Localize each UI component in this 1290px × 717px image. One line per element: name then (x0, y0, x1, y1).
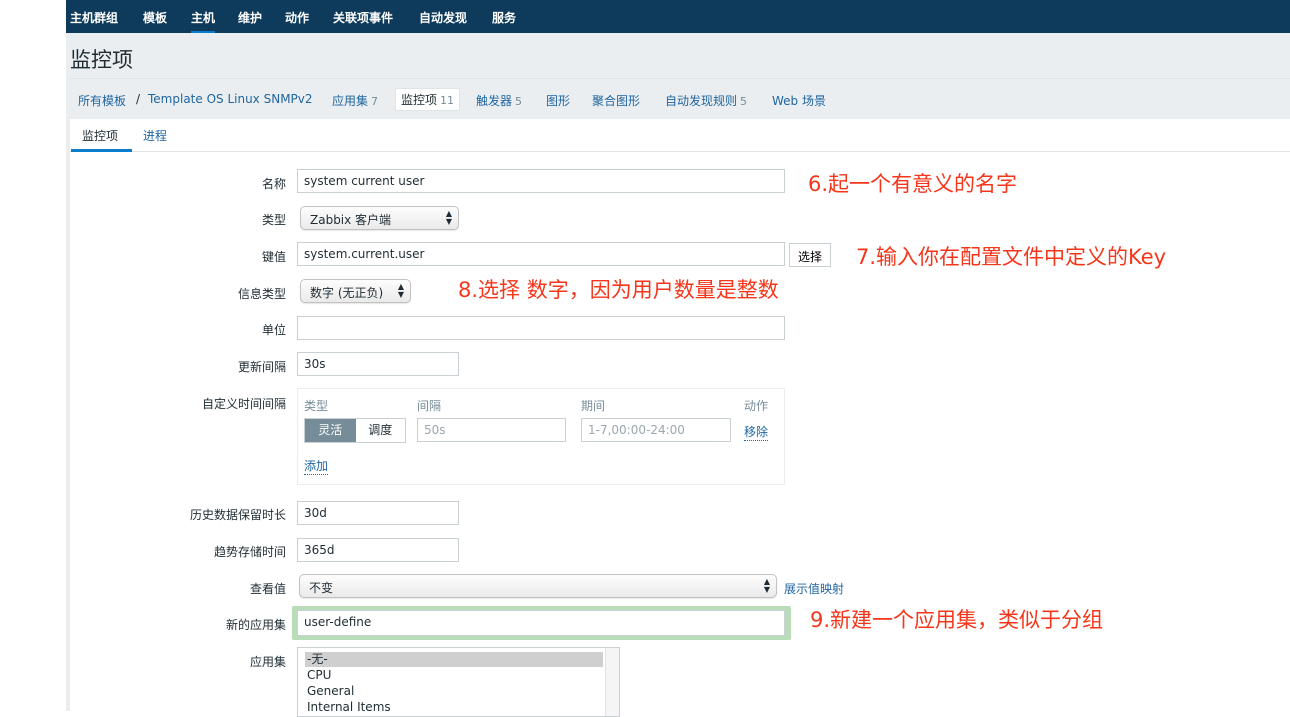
nav-hosts[interactable]: 主机 (191, 9, 216, 34)
applications-label: 应用集 (249, 655, 286, 669)
tab-count: 5 (740, 95, 748, 108)
nav-correlation[interactable]: 关联项事件 (333, 9, 393, 26)
new-application-input[interactable]: user-define (297, 610, 785, 636)
nav-services[interactable]: 服务 (492, 9, 516, 26)
tab-applications[interactable]: 应用集 7 (332, 92, 378, 109)
left-border (66, 151, 70, 711)
history-label: 历史数据保留时长 (189, 508, 286, 522)
tab-graphs[interactable]: 图形 (546, 92, 570, 109)
updown-icon: ▲ ▼ (445, 209, 452, 226)
subtab-item[interactable]: 监控项 (82, 127, 118, 144)
col-action: 动作 (744, 399, 769, 413)
application-option[interactable]: CPU (305, 667, 603, 683)
add-link[interactable]: 添加 (304, 457, 329, 475)
application-option[interactable]: -无- (305, 652, 603, 667)
custom-intervals-box: 类型 间隔 期间 动作 灵活 调度 50s 1-7,00:00-24:00 移除… (297, 388, 785, 485)
tab-count: 5 (515, 95, 523, 108)
nav-discovery[interactable]: 自动发现 (419, 9, 467, 26)
tab-triggers[interactable]: 触发器 5 (476, 92, 522, 109)
mode-flexible[interactable]: 灵活 (305, 419, 356, 442)
trends-input[interactable]: 365d (297, 538, 459, 562)
tab-label: 自动发现规则 (665, 94, 738, 108)
type-label: 类型 (261, 213, 286, 227)
subtabs: 监控项 进程 (70, 119, 1290, 152)
col-period: 期间 (581, 399, 606, 413)
key-input[interactable]: system.current.user (297, 242, 785, 266)
type-select[interactable]: Zabbix 客户端 ▲ ▼ (300, 206, 459, 230)
top-nav: 主机群组 模板 主机 维护 动作 关联项事件 自动发现 服务 (66, 0, 1290, 34)
interval-mode-toggle: 灵活 调度 (304, 418, 406, 443)
note-9: 9.新建一个应用集，类似于分组 (810, 608, 1104, 632)
show-value-label: 查看值 (249, 582, 286, 596)
breadcrumb-template[interactable]: Template OS Linux SNMPv2 (148, 92, 313, 106)
col-interval: 间隔 (417, 399, 442, 413)
period-input[interactable]: 1-7,00:00-24:00 (581, 418, 731, 442)
tab-items[interactable]: 监控项 11 (395, 88, 461, 111)
name-label: 名称 (261, 177, 286, 191)
nav-actions[interactable]: 动作 (285, 9, 309, 26)
note-6: 6.起一个有意义的名字 (808, 172, 1018, 196)
interval-input[interactable]: 50s (417, 418, 566, 442)
nav-templates[interactable]: 模板 (143, 9, 167, 26)
tab-count: 11 (440, 94, 455, 107)
select-key-button[interactable]: 选择 (789, 243, 832, 267)
update-interval-input[interactable]: 30s (297, 352, 459, 376)
type-value: Zabbix 客户端 (310, 213, 392, 227)
note-8: 8.选择 数字，因为用户数量是整数 (458, 278, 779, 302)
key-label: 键值 (261, 250, 286, 264)
page-title: 监控项 (70, 48, 133, 72)
tab-screens[interactable]: 聚合图形 (592, 92, 640, 109)
tab-label: 应用集 (332, 94, 369, 108)
remove-link[interactable]: 移除 (744, 423, 769, 441)
tab-label: 监控项 (401, 93, 438, 107)
nav-maintenance[interactable]: 维护 (238, 9, 262, 26)
name-input[interactable]: system current user (297, 169, 785, 193)
tab-web-scenarios[interactable]: Web 场景 (772, 92, 826, 109)
application-option[interactable]: Internal Items (305, 699, 603, 715)
tab-discovery-rules[interactable]: 自动发现规则 5 (665, 92, 747, 109)
updown-icon: ▲ ▼ (397, 282, 404, 299)
divider (70, 78, 1290, 79)
nav-host-groups[interactable]: 主机群组 (70, 9, 118, 26)
active-tab-indicator (71, 149, 132, 152)
mode-scheduling[interactable]: 调度 (356, 419, 406, 442)
note-7: 7.输入你在配置文件中定义的Key (856, 245, 1167, 269)
show-value-value: 不变 (309, 581, 334, 595)
history-input[interactable]: 30d (297, 501, 459, 525)
trends-label: 趋势存储时间 (213, 545, 286, 559)
col-type: 类型 (304, 399, 329, 413)
updown-icon: ▲ ▼ (763, 577, 770, 594)
update-interval-label: 更新间隔 (237, 360, 286, 374)
applications-listbox[interactable]: -无- CPU General Internal Items (297, 647, 620, 717)
subtab-preprocessing[interactable]: 进程 (143, 127, 167, 144)
tab-count: 7 (371, 95, 379, 108)
info-type-label: 信息类型 (237, 287, 286, 301)
info-type-select[interactable]: 数字 (无正负) ▲ ▼ (300, 279, 411, 303)
custom-intervals-label: 自定义时间间隔 (201, 397, 286, 411)
new-application-label: 新的应用集 (225, 618, 286, 632)
tab-label: 触发器 (476, 94, 513, 108)
show-value-select[interactable]: 不变 ▲ ▼ (299, 574, 777, 598)
breadcrumb-separator: / (136, 92, 141, 106)
units-label: 单位 (261, 323, 286, 337)
value-mapping-link[interactable]: 展示值映射 (784, 580, 844, 597)
listbox-scrollbar[interactable] (605, 648, 619, 716)
breadcrumb-all-templates[interactable]: 所有模板 (78, 92, 126, 109)
application-option[interactable]: General (305, 683, 603, 699)
info-type-value: 数字 (无正负) (310, 286, 384, 300)
units-input[interactable] (297, 316, 785, 340)
